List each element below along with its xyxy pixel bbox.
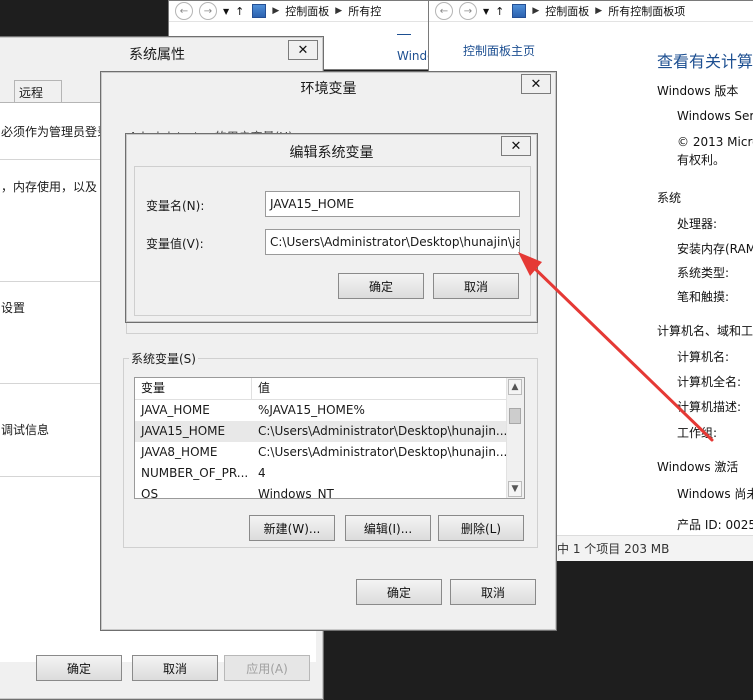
annotation-arrow [518,252,714,442]
annotation-arrow-line [526,260,714,442]
